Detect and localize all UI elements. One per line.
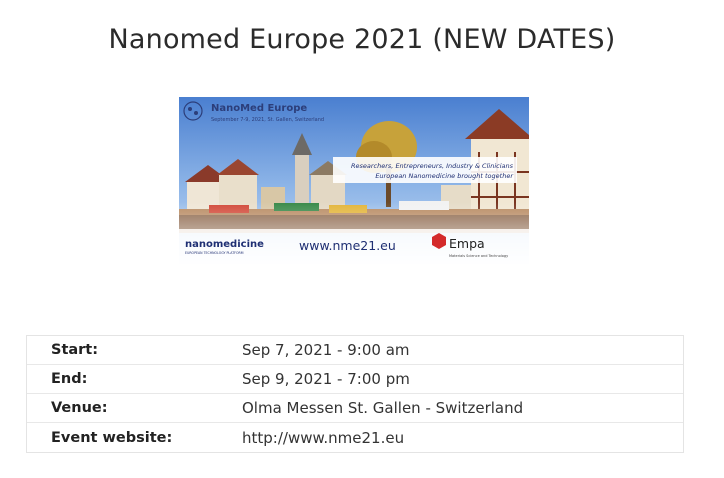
start-label: Start: bbox=[51, 342, 99, 358]
start-value: Sep 7, 2021 - 9:00 am bbox=[242, 341, 410, 359]
banner-tagline-1: Researchers, Entrepreneurs, Industry & C… bbox=[351, 162, 514, 170]
venue-value: Olma Messen St. Gallen - Switzerland bbox=[242, 399, 524, 417]
banner-heading: NanoMed Europe bbox=[211, 103, 307, 114]
page-title: Nanomed Europe 2021 (NEW DATES) bbox=[108, 24, 616, 55]
venue-label: Venue: bbox=[51, 400, 108, 416]
platform-logo: nanomedicine bbox=[185, 239, 264, 250]
event-banner-image: NanoMed Europe September 7-9, 2021, St. … bbox=[179, 97, 529, 264]
banner-subheading: September 7-9, 2021, St. Gallen, Switzer… bbox=[211, 117, 324, 123]
banner-tagline-2: European Nanomedicine brought together bbox=[375, 172, 514, 180]
website-label: Event website: bbox=[51, 429, 173, 446]
end-label: End: bbox=[51, 371, 88, 387]
detail-row-venue: Venue: Olma Messen St. Gallen - Switzerl… bbox=[27, 394, 683, 423]
detail-row-end: End: Sep 9, 2021 - 7:00 pm bbox=[27, 365, 683, 394]
banner-url: www.nme21.eu bbox=[299, 238, 396, 253]
detail-row-website: Event website: http://www.nme21.eu bbox=[27, 423, 683, 452]
partner-subtitle: Materials Science and Technology bbox=[449, 254, 508, 258]
detail-row-start: Start: Sep 7, 2021 - 9:00 am bbox=[27, 336, 683, 365]
end-value: Sep 9, 2021 - 7:00 pm bbox=[242, 370, 410, 388]
platform-subtitle: EUROPEAN TECHNOLOGY PLATFORM bbox=[185, 251, 244, 255]
partner-logo: Empa bbox=[449, 236, 485, 251]
event-website-link[interactable]: http://www.nme21.eu bbox=[242, 429, 404, 447]
event-details-table: Start: Sep 7, 2021 - 9:00 am End: Sep 9,… bbox=[26, 335, 684, 453]
